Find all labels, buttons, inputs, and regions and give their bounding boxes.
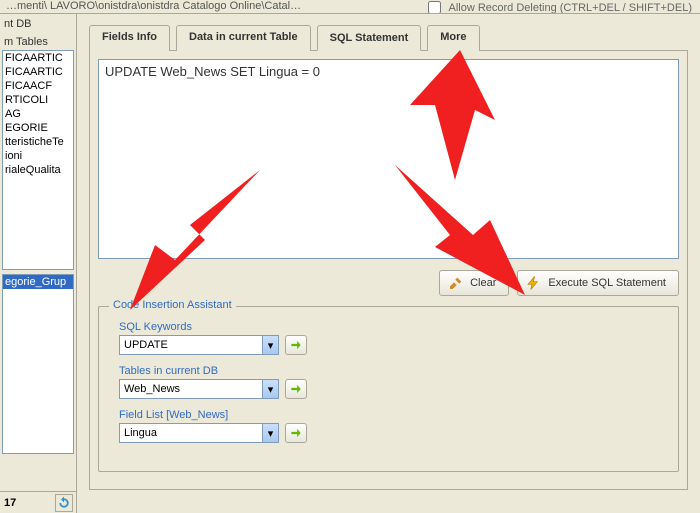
fields-combo[interactable]: Lingua ▾: [119, 423, 279, 443]
list-item[interactable]: rialeQualita: [3, 163, 73, 177]
right-pane: Fields Info Data in current Table SQL St…: [77, 14, 700, 513]
arrow-right-icon: [289, 382, 303, 396]
insert-table-button[interactable]: [285, 379, 307, 399]
tab-data-in-table[interactable]: Data in current Table: [176, 25, 311, 51]
list-item[interactable]: FICAACF: [3, 79, 73, 93]
allow-delete-checkbox[interactable]: [428, 1, 441, 14]
keywords-label: SQL Keywords: [119, 321, 658, 333]
arrow-right-icon: [289, 338, 303, 352]
tab-sql-statement[interactable]: SQL Statement: [317, 25, 422, 51]
allow-delete-label: Allow Record Deleting (CTRL+DEL / SHIFT+…: [448, 2, 692, 14]
tables-list-2[interactable]: egorie_Grup: [2, 274, 74, 454]
action-row: Clear Execute SQL Statement: [98, 270, 679, 296]
tab-more[interactable]: More: [427, 25, 479, 51]
left-footer: 17: [0, 491, 77, 513]
keywords-combo[interactable]: UPDATE ▾: [119, 335, 279, 355]
chevron-down-icon: ▾: [262, 424, 278, 442]
path-text: …menti\ LAVORO\onistdra\onistdra Catalog…: [6, 0, 301, 12]
table-count: 17: [4, 497, 16, 509]
insert-field-button[interactable]: [285, 423, 307, 443]
tables-field: Tables in current DB Web_News ▾: [119, 365, 658, 399]
allow-delete-check[interactable]: Allow Record Deleting (CTRL+DEL / SHIFT+…: [424, 0, 692, 14]
code-insertion-group: Code Insertion Assistant SQL Keywords UP…: [98, 306, 679, 472]
refresh-button[interactable]: [55, 494, 73, 512]
path-bar: …menti\ LAVORO\onistdra\onistdra Catalog…: [0, 0, 700, 14]
tab-panel: Clear Execute SQL Statement Code Inserti…: [89, 50, 688, 490]
sql-text-area[interactable]: [98, 59, 679, 259]
chevron-down-icon: ▾: [262, 380, 278, 398]
group-legend: Code Insertion Assistant: [109, 299, 236, 311]
list-item[interactable]: tteristicheTe: [3, 135, 73, 149]
fields-combo-label: Field List [Web_News]: [119, 409, 658, 421]
list-item[interactable]: FICAARTIC: [3, 51, 73, 65]
fields-field: Field List [Web_News] Lingua ▾: [119, 409, 658, 443]
insert-keyword-button[interactable]: [285, 335, 307, 355]
clear-button[interactable]: Clear: [439, 270, 509, 296]
list-item[interactable]: RTICOLI: [3, 93, 73, 107]
tables-combo[interactable]: Web_News ▾: [119, 379, 279, 399]
keywords-field: SQL Keywords UPDATE ▾: [119, 321, 658, 355]
list-item[interactable]: ioni: [3, 149, 73, 163]
fields-value: Lingua: [124, 427, 157, 439]
tabs: Fields Info Data in current Table SQL St…: [89, 24, 688, 50]
tables-list-1[interactable]: FICAARTIC FICAARTIC FICAACF RTICOLI AG E…: [2, 50, 74, 270]
list-item-selected[interactable]: egorie_Grup: [3, 275, 73, 289]
tables-value: Web_News: [124, 383, 180, 395]
refresh-icon: [57, 496, 71, 510]
system-tables-label: m Tables: [0, 32, 76, 50]
chevron-down-icon: ▾: [262, 336, 278, 354]
arrow-right-icon: [289, 426, 303, 440]
lightning-icon: [526, 275, 542, 291]
brush-icon: [448, 275, 464, 291]
keywords-value: UPDATE: [124, 339, 168, 351]
current-db-label: nt DB: [0, 14, 76, 32]
list-item[interactable]: FICAARTIC: [3, 65, 73, 79]
clear-label: Clear: [470, 277, 496, 289]
list-item[interactable]: AG: [3, 107, 73, 121]
tables-combo-label: Tables in current DB: [119, 365, 658, 377]
tab-fields-info[interactable]: Fields Info: [89, 25, 170, 51]
execute-label: Execute SQL Statement: [548, 277, 666, 289]
left-pane: nt DB m Tables FICAARTIC FICAARTIC FICAA…: [0, 14, 77, 513]
list-item[interactable]: EGORIE: [3, 121, 73, 135]
execute-sql-button[interactable]: Execute SQL Statement: [517, 270, 679, 296]
